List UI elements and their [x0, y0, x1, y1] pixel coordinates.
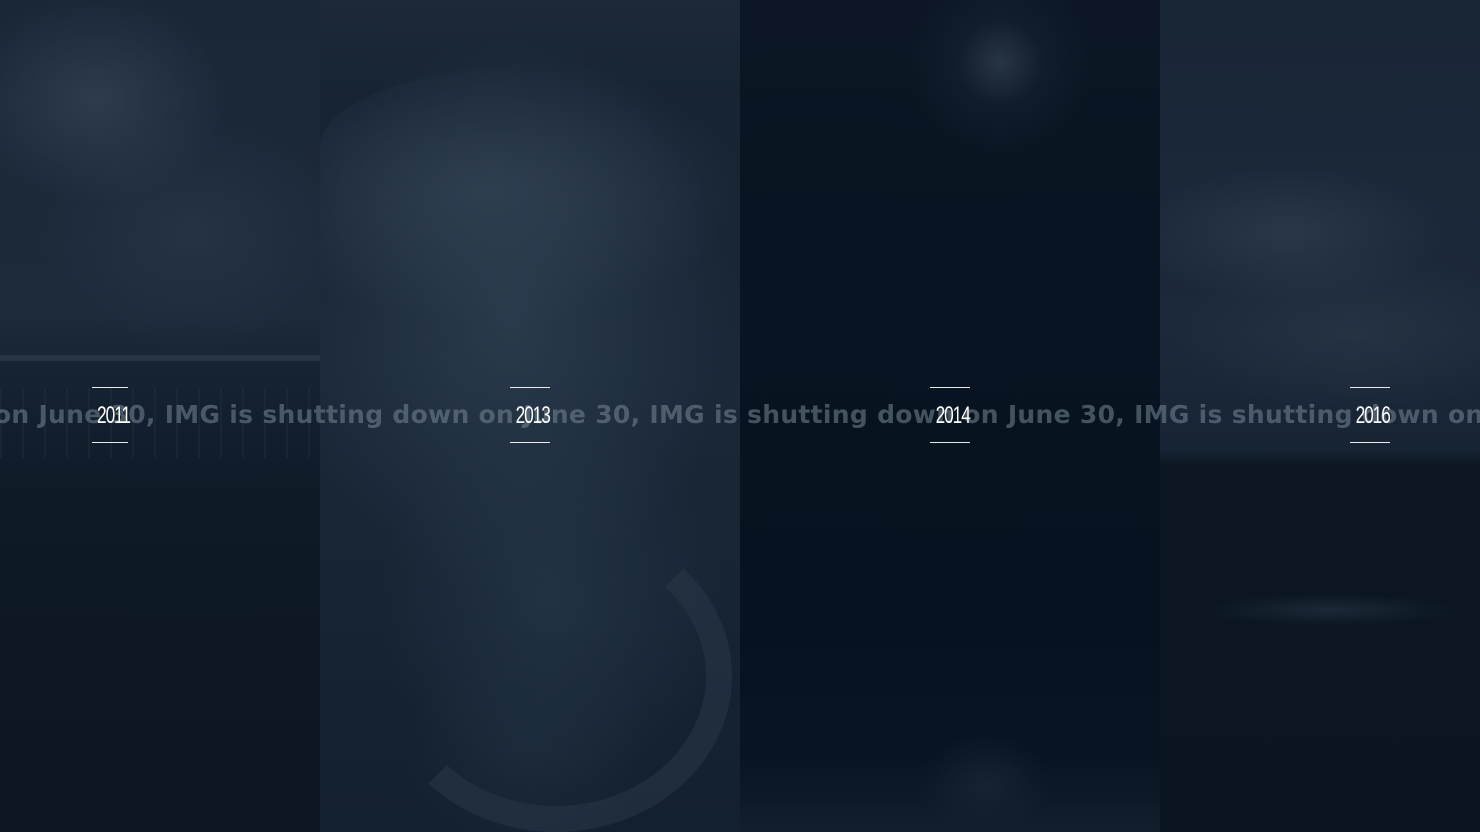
- year-label: 2013: [515, 402, 551, 429]
- year-label: 2014: [935, 402, 971, 429]
- ground-shape: [740, 762, 1160, 832]
- timeline-panel-2011[interactable]: [0, 0, 320, 832]
- year-marker-2013[interactable]: 2013: [510, 387, 551, 443]
- horizon-line: [0, 355, 320, 361]
- year-label: 2011: [97, 402, 131, 429]
- year-marker-2016[interactable]: 2016: [1350, 387, 1391, 443]
- rock-hill-shape: [320, 62, 740, 342]
- timeline-panel-2016[interactable]: [1160, 0, 1480, 832]
- year-marker-2014[interactable]: 2014: [930, 387, 971, 443]
- year-marker-2011[interactable]: 2011: [92, 387, 131, 443]
- shoreline-shape: [1200, 590, 1460, 630]
- railing-shape: [0, 388, 320, 458]
- timeline-stage: IMG is shutting down on June 30, IMG is …: [0, 0, 1480, 832]
- winding-path-shape: [380, 520, 732, 832]
- year-label: 2016: [1355, 402, 1391, 429]
- panel-background-photo: [1160, 0, 1480, 832]
